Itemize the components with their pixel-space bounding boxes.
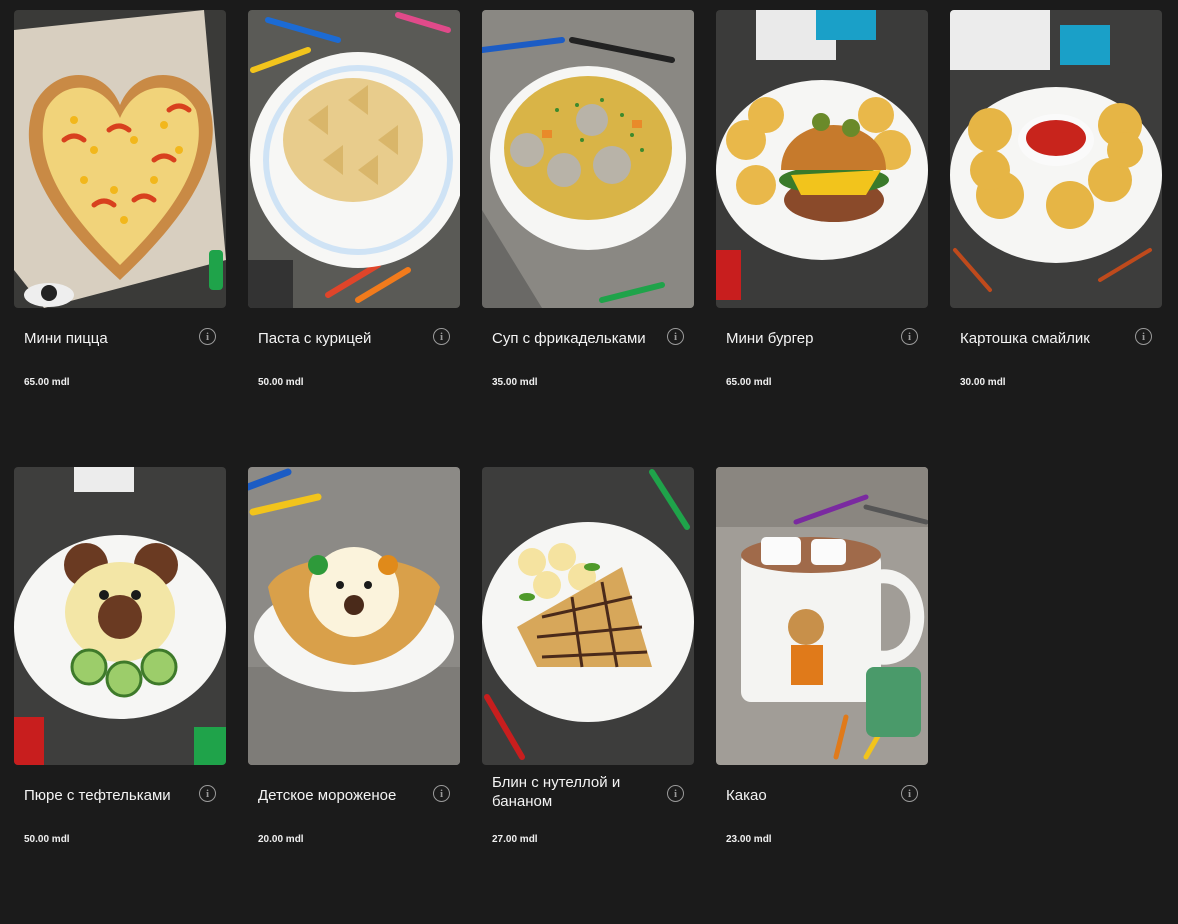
menu-item-card[interactable]: Блин с нутеллой и бананом i 27.00 mdl <box>482 467 694 924</box>
menu-item-price: 65.00 mdl <box>726 377 772 388</box>
mini-burger-photo[interactable] <box>716 10 928 308</box>
menu-item-card[interactable]: Мини пицца i 65.00 mdl <box>14 10 226 467</box>
menu-item-info-row: Картошка смайлик i <box>960 326 1152 370</box>
menu-item-price: 35.00 mdl <box>492 377 538 388</box>
menu-item-card[interactable]: Детское мороженое i 20.00 mdl <box>248 467 460 924</box>
menu-item-name: Суп с фрикадельками <box>492 329 646 347</box>
info-icon[interactable]: i <box>667 785 684 802</box>
menu-item-price: 65.00 mdl <box>24 377 70 388</box>
menu-item-info-row: Блин с нутеллой и бананом i <box>492 774 684 827</box>
kids-ice-cream-photo[interactable] <box>248 467 460 765</box>
menu-item-card[interactable]: Суп с фрикадельками i 35.00 mdl <box>482 10 694 467</box>
info-icon[interactable]: i <box>1135 328 1152 345</box>
menu-item-info-row: Какао i <box>726 783 918 827</box>
menu-item-info-row: Паста с курицей i <box>258 326 450 370</box>
pasta-chicken-photo[interactable] <box>248 10 460 308</box>
meatball-soup-photo[interactable] <box>482 10 694 308</box>
menu-item-info-row: Пюре с тефтельками i <box>24 783 216 827</box>
menu-grid: Мини пицца i 65.00 mdl Паста с курицей i… <box>14 10 1162 924</box>
cocoa-photo[interactable] <box>716 467 928 765</box>
menu-item-price: 23.00 mdl <box>726 834 772 845</box>
menu-item-card[interactable]: Картошка смайлик i 30.00 mdl <box>950 10 1162 467</box>
menu-item-info-row: Суп с фрикадельками i <box>492 326 684 370</box>
menu-item-name: Какао <box>726 786 767 804</box>
info-icon[interactable]: i <box>433 328 450 345</box>
info-icon[interactable]: i <box>901 785 918 802</box>
menu-item-price: 27.00 mdl <box>492 834 538 845</box>
menu-item-card[interactable]: Пюре с тефтельками i 50.00 mdl <box>14 467 226 924</box>
menu-item-name: Пюре с тефтельками <box>24 786 171 804</box>
info-icon[interactable]: i <box>667 328 684 345</box>
menu-item-name: Картошка смайлик <box>960 329 1090 347</box>
menu-item-name: Детское мороженое <box>258 786 397 804</box>
menu-item-price: 50.00 mdl <box>24 834 70 845</box>
menu-item-price: 20.00 mdl <box>258 834 304 845</box>
info-icon[interactable]: i <box>199 328 216 345</box>
menu-item-name: Мини пицца <box>24 329 108 347</box>
info-icon[interactable]: i <box>433 785 450 802</box>
info-icon[interactable]: i <box>901 328 918 345</box>
menu-item-name: Паста с курицей <box>258 329 372 347</box>
menu-item-card[interactable]: Какао i 23.00 mdl <box>716 467 928 924</box>
menu-item-price: 30.00 mdl <box>960 377 1006 388</box>
menu-item-card[interactable]: Мини бургер i 65.00 mdl <box>716 10 928 467</box>
info-icon[interactable]: i <box>199 785 216 802</box>
nutella-banana-crepe-photo[interactable] <box>482 467 694 765</box>
menu-item-name: Блин с нутеллой и бананом <box>492 774 621 810</box>
menu-item-info-row: Мини пицца i <box>24 326 216 370</box>
mini-pizza-photo[interactable] <box>14 10 226 308</box>
menu-item-info-row: Детское мороженое i <box>258 783 450 827</box>
menu-item-price: 50.00 mdl <box>258 377 304 388</box>
menu-item-card[interactable]: Паста с курицей i 50.00 mdl <box>248 10 460 467</box>
smiley-potato-photo[interactable] <box>950 10 1162 308</box>
menu-item-info-row: Мини бургер i <box>726 326 918 370</box>
menu-item-name: Мини бургер <box>726 329 814 347</box>
mashed-potato-meatballs-photo[interactable] <box>14 467 226 765</box>
